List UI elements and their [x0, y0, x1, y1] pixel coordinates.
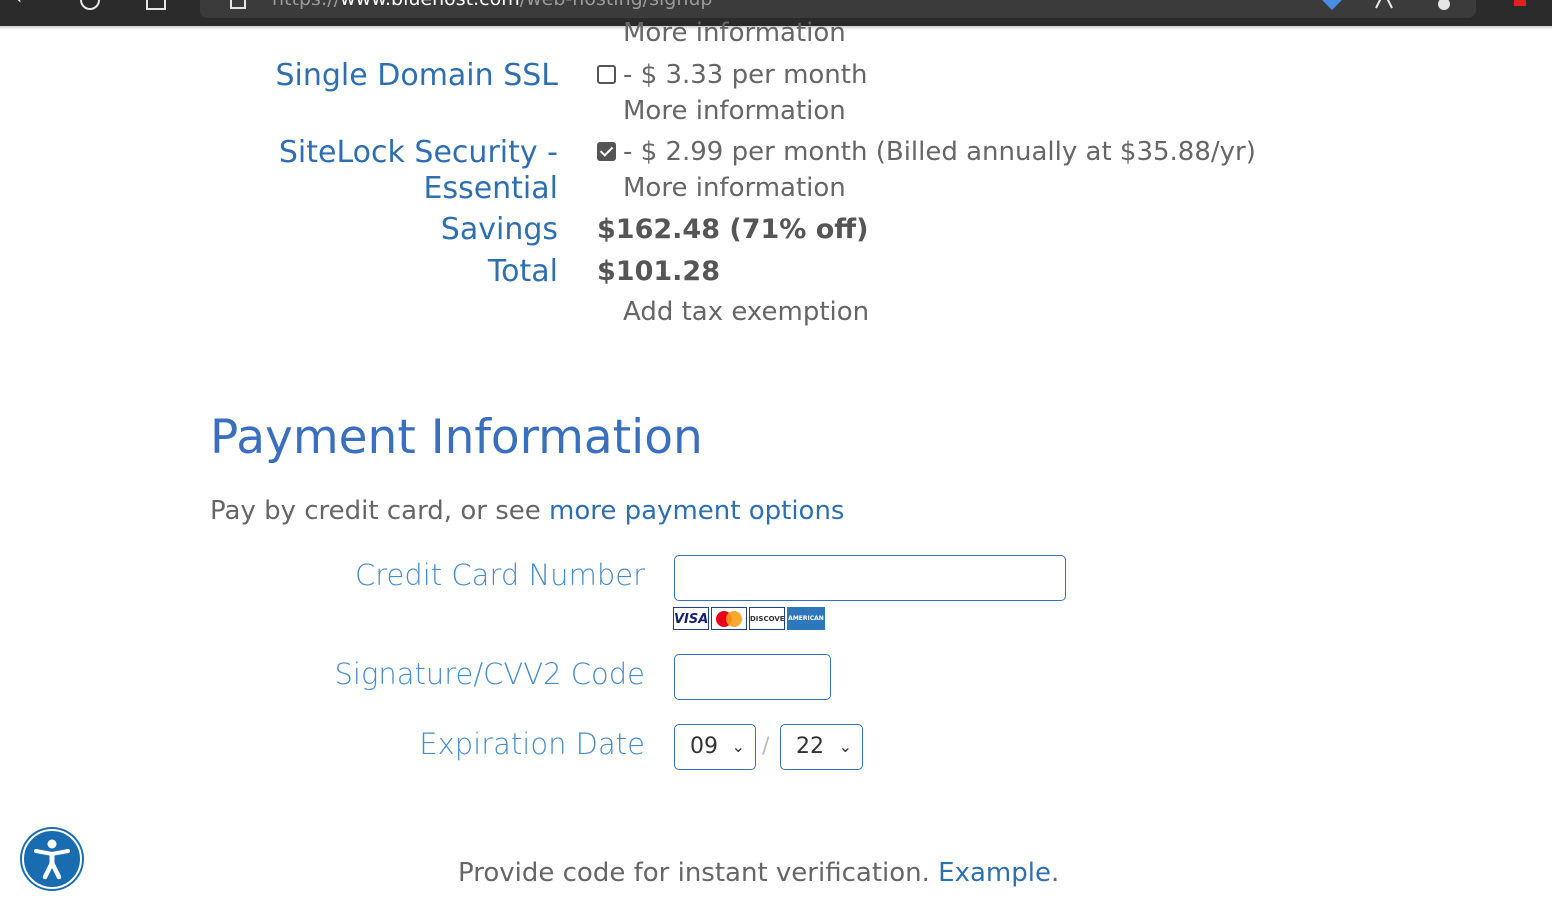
- visa-logo: VISA: [673, 607, 709, 630]
- expiration-separator: /: [762, 734, 770, 759]
- expiration-year-value: 22: [796, 734, 824, 759]
- address-url[interactable]: https://www.bluehost.com/web-hosting/sig…: [272, 0, 712, 10]
- extensions-icon[interactable]: [1430, 0, 1454, 12]
- ssl-checkbox[interactable]: [597, 65, 616, 84]
- verification-period: .: [1050, 858, 1060, 888]
- sitelock-price: - $ 2.99 per month (Billed annually at $…: [623, 137, 1256, 167]
- read-aloud-icon[interactable]: [1372, 0, 1396, 12]
- chevron-down-icon: ⌄: [838, 737, 852, 756]
- extension-red-icon[interactable]: [1508, 0, 1532, 12]
- lock-icon: [226, 0, 250, 12]
- favorite-icon[interactable]: [1320, 0, 1344, 12]
- payment-section-title: Payment Information: [210, 410, 703, 465]
- accessibility-icon: [34, 839, 70, 880]
- back-icon[interactable]: ‹: [6, 0, 30, 10]
- ssl-price: - $ 3.33 per month: [623, 60, 868, 90]
- expiration-month-select[interactable]: 09 ⌄: [674, 724, 756, 770]
- ssl-label: Single Domain SSL: [275, 58, 558, 93]
- credit-card-input[interactable]: [674, 555, 1066, 601]
- example-link[interactable]: Example: [938, 858, 1051, 888]
- tax-exemption-link[interactable]: Add tax exemption: [623, 296, 869, 328]
- chevron-down-icon: ⌄: [731, 737, 745, 756]
- payment-intro-text: Pay by credit card, or see: [210, 496, 550, 526]
- refresh-icon[interactable]: [78, 0, 102, 12]
- ssl-more-info-link[interactable]: More information: [623, 95, 846, 127]
- expiration-year-select[interactable]: 22 ⌄: [780, 724, 863, 770]
- more-payment-options-link[interactable]: more payment options: [549, 496, 844, 526]
- sitelock-label-line1: SiteLock Security -: [278, 135, 558, 170]
- sitelock-checkbox[interactable]: [597, 142, 616, 161]
- cvv-input[interactable]: [674, 654, 831, 700]
- mastercard-logo: [711, 607, 747, 630]
- total-label: Total: [487, 254, 558, 289]
- checkout-page: More information Single Domain SSL - $ 3…: [0, 18, 1552, 919]
- discover-logo: DISCOVER: [749, 607, 785, 630]
- verification-text: Provide code for instant verification.: [458, 858, 939, 888]
- sitelock-more-info-link[interactable]: More information: [623, 172, 846, 204]
- more-info-link-previous[interactable]: More information: [623, 17, 846, 49]
- credit-card-label: Credit Card Number: [355, 558, 645, 592]
- tabs-icon[interactable]: [144, 0, 168, 12]
- accessibility-button[interactable]: [22, 829, 82, 889]
- card-logos: VISA DISCOVER AMERICAN EXPRESS: [673, 607, 827, 630]
- total-value: $101.28: [597, 256, 720, 287]
- savings-value: $162.48 (71% off): [597, 214, 869, 245]
- amex-logo: AMERICAN EXPRESS: [787, 607, 825, 630]
- verification-note: Provide code for instant verification. E…: [458, 857, 1059, 889]
- payment-intro: Pay by credit card, or see more payment …: [210, 495, 844, 527]
- expiration-month-value: 09: [690, 734, 718, 759]
- expiration-label: Expiration Date: [419, 727, 645, 761]
- sitelock-label-line2: Essential: [423, 171, 558, 206]
- savings-label: Savings: [440, 212, 558, 247]
- cvv-label: Signature/CVV2 Code: [334, 657, 645, 691]
